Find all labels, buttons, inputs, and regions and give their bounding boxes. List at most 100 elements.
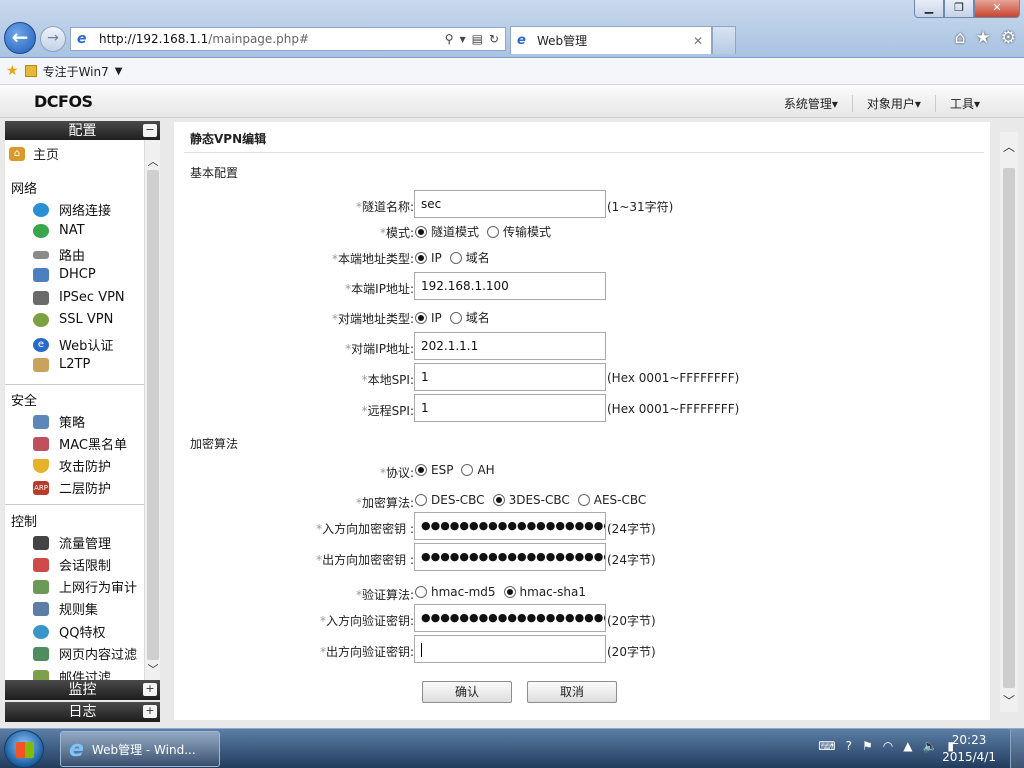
minimize-button[interactable]: ▁ [914, 0, 944, 18]
sidebar-item-mail-filter[interactable]: 邮件过滤 [33, 667, 111, 680]
sidebar-item-home[interactable]: ⌂ 主页 [9, 144, 59, 163]
mode-transport-radio[interactable] [487, 225, 500, 238]
radio-label[interactable]: AES-CBC [594, 493, 647, 507]
dropdown-icon[interactable]: ▾ [460, 32, 466, 46]
radio-label[interactable]: 3DES-CBC [509, 493, 570, 507]
scroll-thumb[interactable] [1003, 168, 1015, 688]
gear-icon[interactable]: ⚙ [1001, 28, 1016, 48]
favorites-folder-label[interactable]: 专注于Win7 [43, 63, 109, 80]
sidebar-header-monitor[interactable]: 监控 + [5, 680, 160, 700]
local-ip-input[interactable]: 192.168.1.100 [414, 272, 606, 300]
sidebar-item-ruleset[interactable]: 规则集 [33, 599, 98, 618]
sidebar-item-ipsec-vpn[interactable]: IPSec VPN [33, 290, 125, 305]
remote-spi-input[interactable]: 1 [414, 394, 606, 422]
in-auth-key-input[interactable]: ●●●●●●●●●●●●●●●●●●●● [414, 604, 606, 632]
radio-label[interactable]: 域名 [466, 249, 490, 266]
search-icon[interactable]: ⚲ [445, 32, 454, 46]
protocol-ah-radio[interactable] [461, 464, 474, 476]
out-enc-key-input[interactable]: ●●●●●●●●●●●●●●●●●●●●●●●● [414, 543, 606, 571]
sidebar-item-qq-privilege[interactable]: QQ特权 [33, 622, 105, 641]
radio-label[interactable]: 隧道模式 [431, 223, 479, 240]
address-url[interactable]: http://192.168.1.1/mainpage.php# [99, 32, 445, 46]
sidebar-item-behavior-audit[interactable]: 上网行为审计 [33, 577, 137, 596]
show-hidden-icon[interactable]: ▲ [903, 739, 912, 753]
enc-des-cbc-radio[interactable] [415, 494, 427, 506]
scroll-down-icon[interactable]: ﹀ [145, 662, 161, 678]
start-button[interactable] [4, 730, 44, 768]
wifi-icon[interactable]: ◠ [883, 739, 893, 753]
sidebar-header-config[interactable]: 配置 − [5, 121, 160, 141]
scroll-down-icon[interactable]: ﹀ [1000, 692, 1018, 710]
sidebar-item-web-auth[interactable]: e Web认证 [33, 335, 113, 354]
auth-hmac-md5-radio[interactable] [415, 586, 427, 598]
radio-label[interactable]: hmac-md5 [431, 585, 496, 599]
taskbar-item-ie[interactable]: e Web管理 - Wind... [60, 731, 220, 767]
mode-tunnel-radio[interactable] [415, 225, 427, 238]
sidebar-item-web-content-filter[interactable]: 网页内容过滤 [33, 644, 137, 663]
favorites-star-icon[interactable]: ★ [976, 28, 991, 48]
menu-system-management[interactable]: 系统管理▾ [770, 95, 852, 112]
network-icon[interactable]: ⚑ [862, 739, 873, 753]
local-addr-ip-radio[interactable] [415, 251, 427, 264]
collapse-icon[interactable]: − [143, 124, 157, 137]
radio-label[interactable]: DES-CBC [431, 493, 485, 507]
radio-label[interactable]: 传输模式 [503, 223, 551, 240]
expand-icon[interactable]: + [143, 683, 157, 696]
out-auth-key-input[interactable] [414, 635, 606, 663]
sidebar-item-session-limit[interactable]: 会话限制 [33, 555, 111, 574]
radio-label[interactable]: ESP [431, 463, 453, 477]
sidebar-item-mac-blacklist[interactable]: MAC黑名单 [33, 434, 127, 453]
keyboard-icon[interactable]: ⌨ [818, 739, 835, 753]
browser-tab[interactable]: e Web管理 ✕ [510, 26, 712, 54]
enc-3des-cbc-radio[interactable] [492, 494, 505, 506]
tunnel-name-input[interactable]: sec [414, 190, 606, 218]
close-tab-icon[interactable]: ✕ [693, 34, 703, 48]
sidebar-item-ssl-vpn[interactable]: SSL VPN [33, 312, 113, 327]
scroll-up-icon[interactable]: ︿ [1000, 138, 1018, 156]
compat-view-icon[interactable]: ▤ [472, 32, 483, 46]
radio-label[interactable]: IP [431, 311, 442, 325]
scroll-up-icon[interactable]: ︿ [145, 154, 161, 170]
sidebar-item-network-connection[interactable]: 网络连接 [33, 200, 111, 219]
remote-ip-input[interactable]: 202.1.1.1 [414, 332, 606, 360]
radio-label[interactable]: AH [477, 463, 494, 477]
sidebar-item-nat[interactable]: NAT [33, 223, 85, 238]
in-enc-key-input[interactable]: ●●●●●●●●●●●●●●●●●●●●●●●● [414, 512, 606, 540]
sidebar-scrollbar[interactable]: ︿ ﹀ [144, 140, 160, 680]
auth-hmac-sha1-radio[interactable] [503, 586, 516, 598]
radio-label[interactable]: hmac-sha1 [520, 585, 586, 599]
enc-aes-cbc-radio[interactable] [577, 494, 590, 506]
radio-label[interactable]: IP [431, 251, 442, 265]
sidebar-item-traffic-management[interactable]: 流量管理 [33, 533, 111, 552]
clock[interactable]: 20:23 2015/4/1 [942, 732, 996, 766]
chevron-down-icon[interactable]: ▼ [115, 66, 123, 77]
menu-object-users[interactable]: 对象用户▾ [851, 95, 935, 112]
sidebar-item-layer2-defense[interactable]: ARP 二层防护 [33, 478, 111, 497]
back-button[interactable]: ← [4, 22, 36, 54]
sidebar-item-policy[interactable]: 策略 [33, 412, 85, 431]
sidebar-item-dhcp[interactable]: DHCP [33, 267, 96, 282]
home-icon[interactable]: ⌂ [955, 28, 966, 48]
sidebar-item-l2tp[interactable]: L2TP [33, 357, 90, 372]
close-window-button[interactable]: ✕ [974, 0, 1020, 18]
help-icon[interactable]: ? [846, 739, 852, 753]
remote-addr-ip-radio[interactable] [415, 311, 427, 324]
restore-button[interactable]: ❐ [944, 0, 974, 18]
add-favorite-icon[interactable]: ★ [6, 63, 19, 79]
local-spi-input[interactable]: 1 [414, 363, 606, 391]
new-tab-button[interactable] [712, 26, 736, 54]
protocol-esp-radio[interactable] [415, 464, 427, 476]
sidebar-header-log[interactable]: 日志 + [5, 702, 160, 722]
expand-icon[interactable]: + [143, 705, 157, 718]
scroll-thumb[interactable] [147, 170, 159, 660]
remote-addr-domain-radio[interactable] [449, 311, 462, 324]
menu-tools[interactable]: 工具▾ [934, 95, 994, 112]
confirm-button[interactable]: 确认 [422, 681, 512, 703]
cancel-button[interactable]: 取消 [527, 681, 617, 703]
radio-label[interactable]: 域名 [466, 309, 490, 326]
refresh-icon[interactable]: ↻ [489, 32, 499, 46]
address-bar[interactable]: e http://192.168.1.1/mainpage.php# ⚲ ▾ ▤… [70, 27, 506, 51]
forward-button[interactable]: → [40, 26, 66, 52]
sidebar-item-attack-defense[interactable]: 攻击防护 [33, 456, 111, 475]
show-desktop-button[interactable] [1010, 729, 1024, 768]
